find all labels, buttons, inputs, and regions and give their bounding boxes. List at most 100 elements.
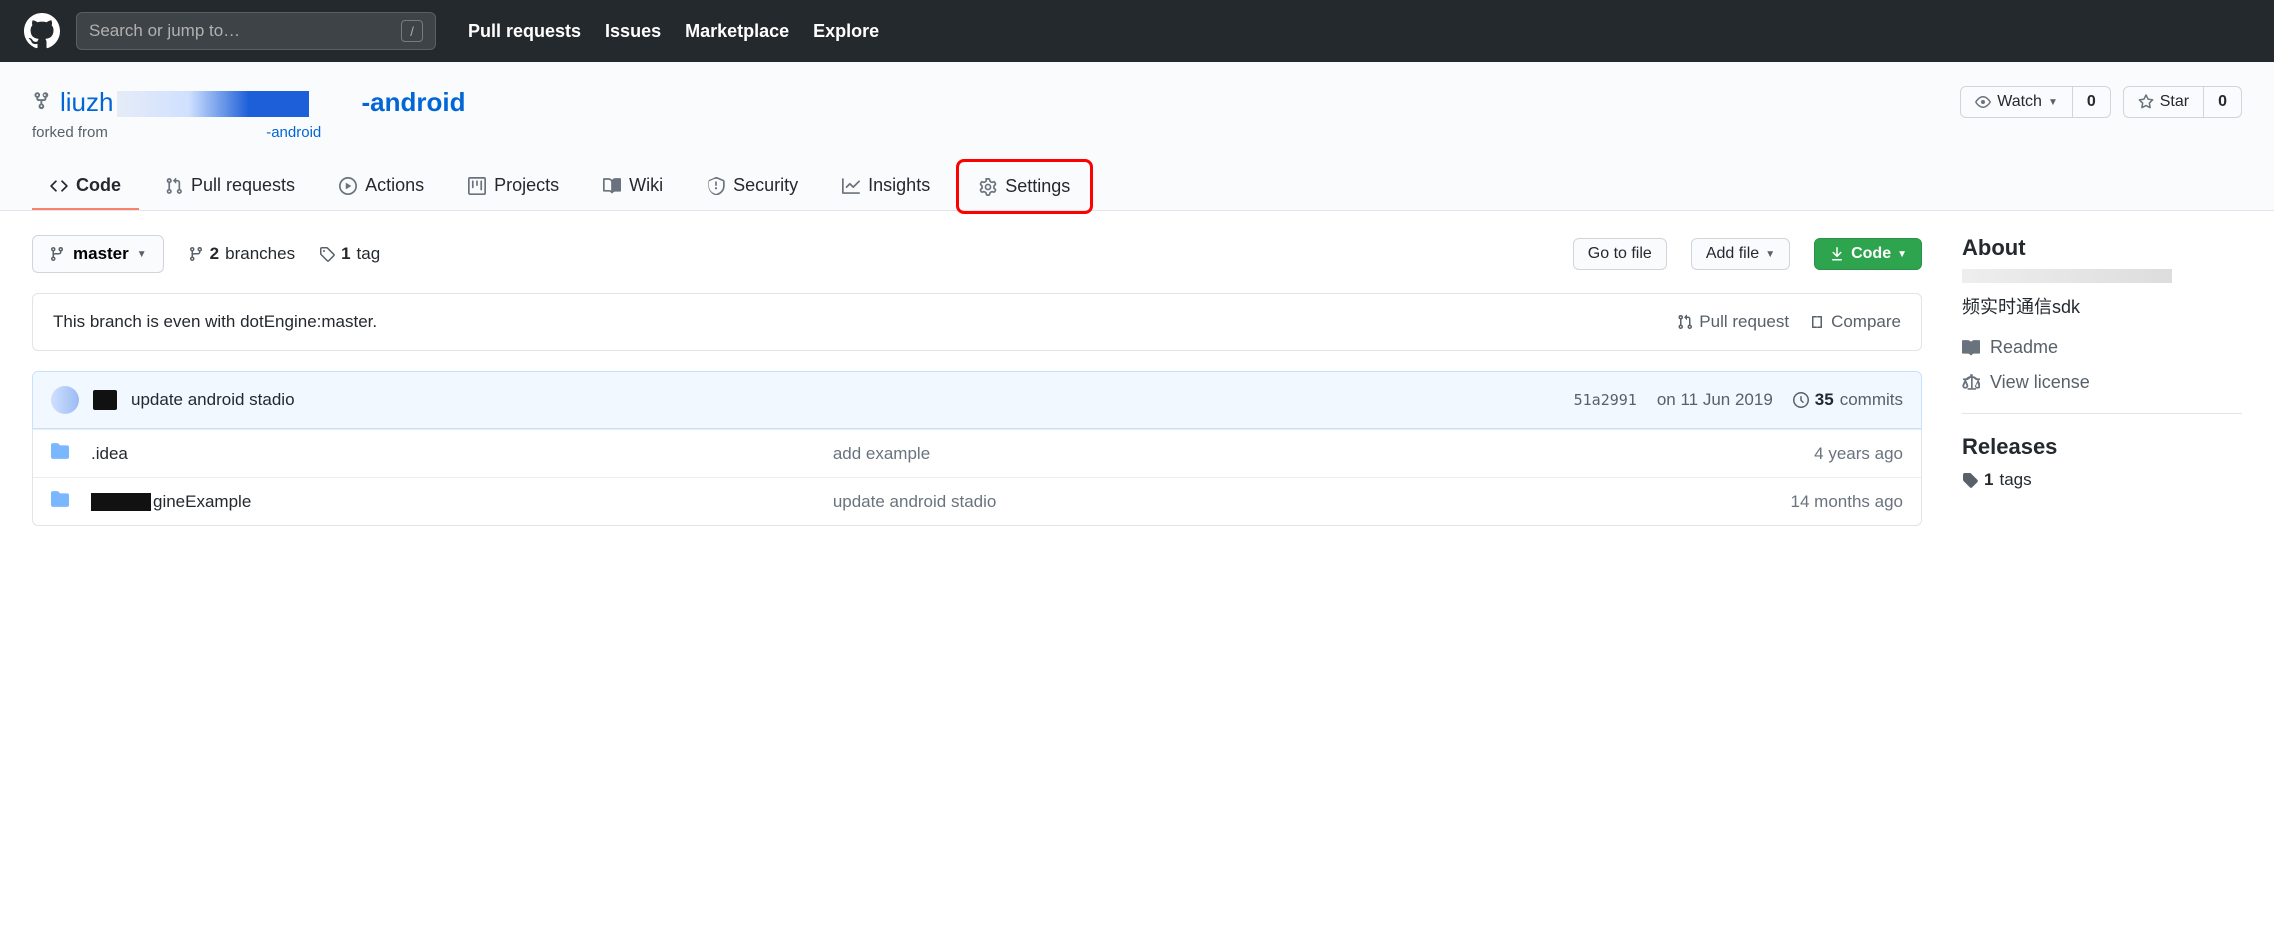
redacted-prefix (91, 493, 151, 511)
tab-projects-label: Projects (494, 175, 559, 196)
add-file-button[interactable]: Add file ▼ (1691, 238, 1790, 270)
tab-code-label: Code (76, 175, 121, 196)
tab-settings[interactable]: Settings (956, 159, 1093, 214)
forked-from-link[interactable]: -android (266, 124, 321, 141)
global-search[interactable]: / (76, 12, 436, 50)
license-link[interactable]: View license (1962, 372, 2242, 393)
repo-name-link[interactable]: -android (361, 87, 465, 117)
file-name-link[interactable]: .idea (91, 444, 128, 463)
shield-icon (707, 177, 725, 195)
tags-label: tag (357, 244, 381, 264)
repo-header: liuzh -android Watch ▼ 0 Star 0 forked fr… (0, 62, 2274, 211)
commits-label: commits (1840, 390, 1903, 410)
nav-issues[interactable]: Issues (605, 21, 661, 42)
tab-pr-label: Pull requests (191, 175, 295, 196)
latest-commit: update android stadio 51a2991 on 11 Jun … (32, 371, 1922, 429)
nav-marketplace[interactable]: Marketplace (685, 21, 789, 42)
slash-key-hint: / (401, 20, 423, 42)
tab-wiki[interactable]: Wiki (585, 163, 681, 210)
file-row: .idea add example 4 years ago (33, 429, 1921, 477)
repo-owner-link[interactable]: liuzh (60, 87, 113, 117)
eye-icon (1975, 94, 1991, 110)
branch-name: master (73, 244, 129, 264)
commit-message[interactable]: update android stadio (131, 390, 295, 410)
tab-projects[interactable]: Projects (450, 163, 577, 210)
git-branch-icon (49, 246, 65, 262)
sidebar: About 频实时通信sdk Readme View license Relea… (1962, 235, 2242, 526)
author-avatar[interactable] (51, 386, 79, 414)
book-icon (603, 177, 621, 195)
git-branch-icon (188, 246, 204, 262)
go-to-file-button[interactable]: Go to file (1573, 238, 1667, 270)
tab-code[interactable]: Code (32, 163, 139, 210)
releases-tags-count: 1 (1984, 470, 1993, 490)
repo-tabs: Code Pull requests Actions Projects Wiki… (32, 163, 2242, 210)
commit-sha[interactable]: 51a2991 (1574, 391, 1637, 409)
tab-actions[interactable]: Actions (321, 163, 442, 210)
releases-heading: Releases (1962, 434, 2242, 460)
watch-count[interactable]: 0 (2073, 86, 2111, 118)
main-column: master ▼ 2 branches 1 tag Go to file Add… (32, 235, 1922, 526)
file-commit-msg[interactable]: update android stadio (833, 492, 1723, 512)
branch-select-button[interactable]: master ▼ (32, 235, 164, 273)
nav-pull-requests[interactable]: Pull requests (468, 21, 581, 42)
tags-link[interactable]: 1 tag (319, 244, 380, 264)
branch-status-box: This branch is even with dotEngine:maste… (32, 293, 1922, 351)
folder-icon (51, 442, 91, 465)
caret-down-icon: ▼ (1765, 249, 1775, 260)
project-icon (468, 177, 486, 195)
code-download-button[interactable]: Code ▼ (1814, 238, 1922, 270)
tag-icon (319, 246, 335, 262)
star-icon (2138, 94, 2154, 110)
tab-security-label: Security (733, 175, 798, 196)
file-navigation: master ▼ 2 branches 1 tag Go to file Add… (32, 235, 1922, 273)
redacted-owner (117, 91, 357, 117)
compare-label: Compare (1831, 312, 1901, 332)
forked-from: forked from -android (32, 124, 2242, 141)
tab-wiki-label: Wiki (629, 175, 663, 196)
file-row: gineExample update android stadio 14 mon… (33, 477, 1921, 525)
tab-security[interactable]: Security (689, 163, 816, 210)
branches-link[interactable]: 2 branches (188, 244, 295, 264)
add-file-label: Add file (1706, 245, 1759, 263)
commit-date: on 11 Jun 2019 (1657, 390, 1773, 410)
nav-explore[interactable]: Explore (813, 21, 879, 42)
global-nav: Pull requests Issues Marketplace Explore (468, 21, 879, 42)
git-pull-request-icon (1677, 314, 1693, 330)
star-button[interactable]: Star (2123, 86, 2204, 118)
star-count[interactable]: 0 (2204, 86, 2242, 118)
file-commit-msg[interactable]: add example (833, 444, 1723, 464)
play-icon (339, 177, 357, 195)
redacted-author (93, 390, 117, 410)
about-heading: About (1962, 235, 2242, 261)
github-logo[interactable] (24, 13, 60, 49)
pull-request-label: Pull request (1699, 312, 1789, 332)
download-icon (1829, 246, 1845, 262)
tab-insights[interactable]: Insights (824, 163, 948, 210)
tab-actions-label: Actions (365, 175, 424, 196)
search-input[interactable] (89, 21, 401, 41)
redacted-about-line (1962, 269, 2172, 283)
watch-button[interactable]: Watch ▼ (1960, 86, 2073, 118)
pull-request-link[interactable]: Pull request (1677, 312, 1789, 332)
forked-from-prefix: forked from (32, 124, 108, 141)
compare-link[interactable]: Compare (1809, 312, 1901, 332)
tag-icon (1962, 472, 1978, 488)
law-icon (1962, 374, 1980, 392)
releases-tags-link[interactable]: 1 tags (1962, 470, 2242, 490)
repo-actions: Watch ▼ 0 Star 0 (1960, 86, 2242, 118)
watch-label: Watch (1997, 93, 2042, 111)
tab-pull-requests[interactable]: Pull requests (147, 163, 313, 210)
history-icon (1793, 392, 1809, 408)
star-label: Star (2160, 93, 2189, 111)
commits-link[interactable]: 35 commits (1793, 390, 1903, 410)
readme-link[interactable]: Readme (1962, 337, 2242, 358)
repo-forked-icon (32, 91, 52, 114)
gear-icon (979, 178, 997, 196)
file-name-link[interactable]: gineExample (91, 492, 251, 511)
book-icon (1962, 339, 1980, 357)
file-table: .idea add example 4 years ago gineExampl… (32, 429, 1922, 526)
readme-label: Readme (1990, 337, 2058, 358)
license-label: View license (1990, 372, 2090, 393)
repo-description: 频实时通信sdk (1962, 293, 2242, 319)
